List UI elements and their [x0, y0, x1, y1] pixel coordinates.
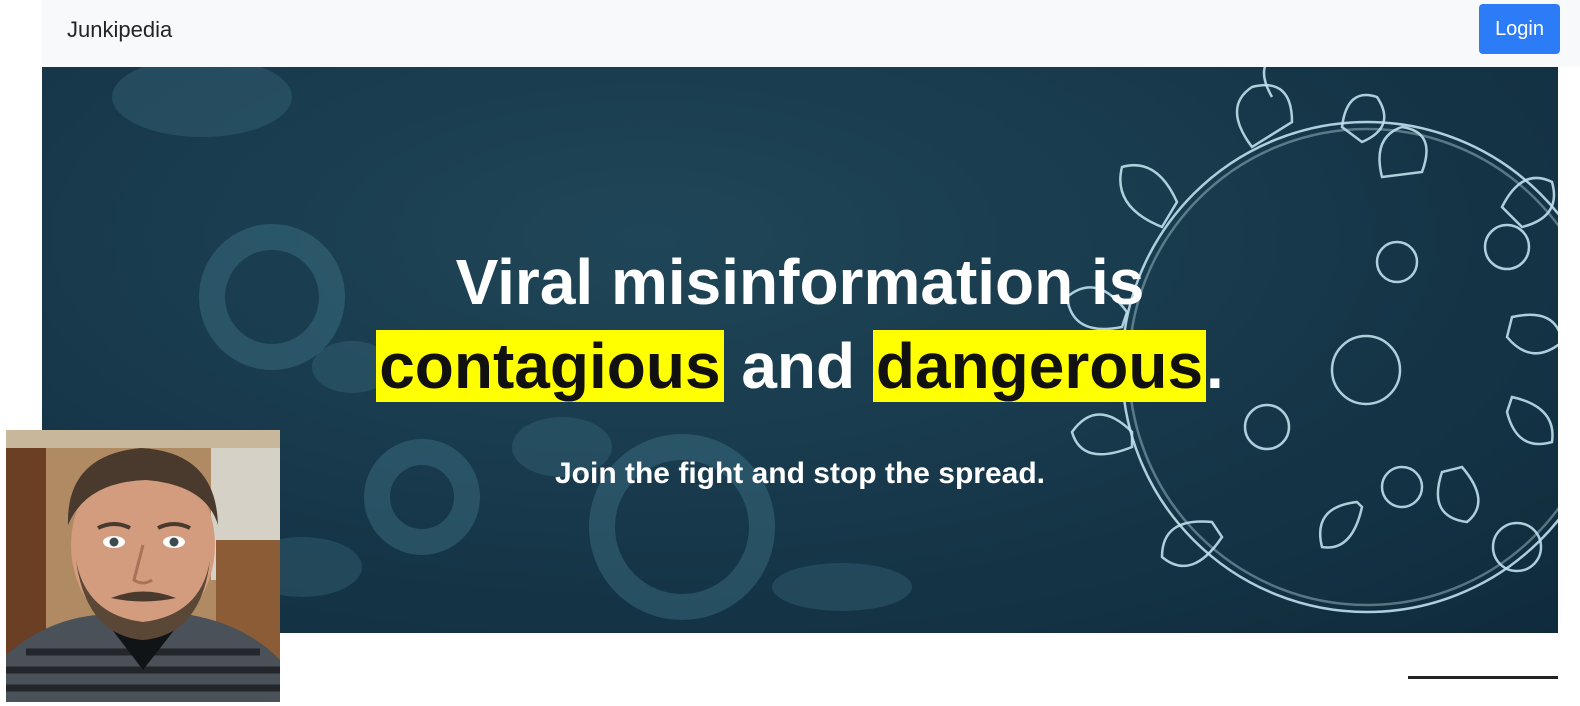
corner-edge-element: [1408, 676, 1558, 679]
headline-and: and: [741, 330, 856, 402]
webcam-portrait: [6, 430, 280, 702]
highlight-dangerous: dangerous: [872, 330, 1207, 402]
headline-line1: Viral misinformation is: [455, 246, 1145, 318]
brand-link[interactable]: Junkipedia: [67, 17, 172, 43]
login-button[interactable]: Login: [1479, 4, 1560, 54]
person-portrait-icon: [6, 430, 280, 702]
headline-period: .: [1206, 330, 1224, 402]
highlight-contagious: contagious: [376, 330, 724, 402]
hero-headline: Viral misinformation is contagious and d…: [42, 240, 1558, 408]
navbar: Junkipedia Login: [42, 0, 1580, 67]
